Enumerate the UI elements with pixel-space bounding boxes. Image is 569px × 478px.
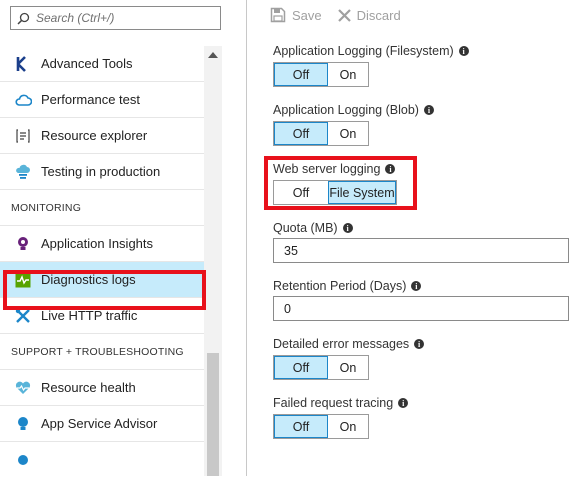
panel-divider [246,0,247,476]
retention-input[interactable]: 0 [273,296,569,321]
info-icon[interactable]: i [414,339,425,349]
cloud-icon [14,91,32,109]
sidebar-item-label: Testing in production [41,164,161,179]
resource-menu: Advanced Tools Performance test Resource… [0,0,223,476]
sidebar-item-app-service-advisor[interactable]: App Service Advisor [0,406,204,442]
advisor-icon [14,415,32,433]
app-log-blob-label-text: Application Logging (Blob) [273,103,419,117]
retention-label: Retention Period (Days) i [273,279,422,293]
sidebar-item-label: App Service Advisor [41,416,158,431]
app-log-fs-label: Application Logging (Filesystem) i [273,44,469,58]
sidebar-item-application-insights[interactable]: Application Insights [0,226,204,262]
sidebar-item-performance-test[interactable]: Performance test [0,82,204,118]
scroll-up-arrow-icon[interactable] [208,52,218,58]
app-log-fs-on-option[interactable]: On [328,63,368,86]
highlight-web-server-logging [264,156,417,210]
failed-request-label: Failed request tracing i [273,396,409,410]
close-icon [337,8,351,22]
sidebar-item-resource-health[interactable]: Resource health [0,370,204,406]
discard-button[interactable]: Discard [337,7,401,23]
info-icon[interactable]: i [423,105,434,115]
sidebar-item-label: Application Insights [41,236,154,251]
app-log-blob-toggle[interactable]: Off On [273,121,369,146]
app-log-blob-off-option[interactable]: Off [274,122,328,145]
sidebar-item-resource-explorer[interactable]: Resource explorer [0,118,204,154]
detailed-errors-label-text: Detailed error messages [273,337,410,351]
scroll-thumb[interactable] [207,353,219,476]
info-icon[interactable]: i [458,46,469,56]
info-icon[interactable]: i [342,223,353,233]
explorer-icon [14,127,32,145]
save-icon [270,7,286,23]
detailed-errors-label: Detailed error messages i [273,337,425,351]
command-bar: Save Discard [270,0,401,30]
failed-request-off-option[interactable]: Off [274,415,328,438]
search-input[interactable] [36,11,206,25]
sidebar-item-partial[interactable] [0,442,204,478]
sidebar-item-testing-in-production[interactable]: Testing in production [0,154,204,190]
highlight-diagnostics-logs [3,270,206,310]
sidebar-item-label: Performance test [41,92,140,107]
partial-icon [14,451,32,469]
menu-list: Advanced Tools Performance test Resource… [0,46,204,478]
save-label: Save [292,7,322,23]
kudu-icon [14,55,32,73]
info-icon[interactable]: i [398,398,409,408]
failed-request-toggle[interactable]: Off On [273,414,369,439]
heart-icon [14,379,32,397]
sidebar-item-label: Live HTTP traffic [41,308,138,323]
sidebar-item-label: Resource explorer [41,128,148,143]
lightbulb-icon [14,235,32,253]
search-box[interactable] [10,6,221,30]
app-log-blob-label: Application Logging (Blob) i [273,103,434,117]
menu-scrollbar[interactable] [204,46,222,476]
app-log-fs-toggle[interactable]: Off On [273,62,369,87]
section-header-support: SUPPORT + TROUBLESHOOTING [0,334,204,370]
retention-label-text: Retention Period (Days) [273,279,407,293]
failed-request-label-text: Failed request tracing [273,396,394,410]
detailed-errors-toggle[interactable]: Off On [273,355,369,380]
detailed-errors-off-option[interactable]: Off [274,356,328,379]
save-button[interactable]: Save [270,7,322,23]
detailed-errors-on-option[interactable]: On [328,356,368,379]
failed-request-on-option[interactable]: On [328,415,368,438]
app-log-blob-on-option[interactable]: On [328,122,368,145]
sidebar-item-label: Resource health [41,380,136,395]
quota-label: Quota (MB) i [273,221,353,235]
quota-input[interactable]: 35 [273,238,569,263]
app-log-fs-label-text: Application Logging (Filesystem) [273,44,454,58]
search-icon [17,12,30,25]
sidebar-item-label: Advanced Tools [41,56,133,71]
quota-label-text: Quota (MB) [273,221,338,235]
discard-label: Discard [356,7,401,23]
sidebar-item-advanced-tools[interactable]: Advanced Tools [0,46,204,82]
info-icon[interactable]: i [411,281,422,291]
app-log-fs-off-option[interactable]: Off [274,63,328,86]
cloud-test-icon [14,163,32,181]
section-header-monitoring: MONITORING [0,190,204,226]
